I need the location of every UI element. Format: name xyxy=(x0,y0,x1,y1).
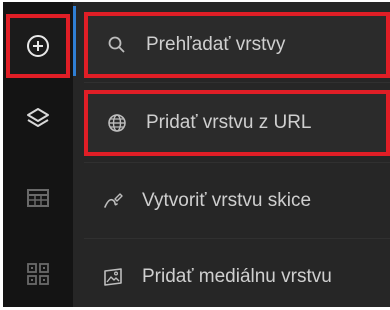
divider xyxy=(84,238,390,239)
globe-icon xyxy=(104,110,130,136)
add-layer-from-url-label: Pridať vrstvu z URL xyxy=(146,112,312,133)
search-icon xyxy=(104,32,130,58)
add-circle-icon xyxy=(27,35,49,57)
active-indicator xyxy=(73,6,76,76)
grid-button[interactable] xyxy=(6,242,70,306)
table-icon xyxy=(27,189,49,207)
add-layer-from-url-item[interactable]: Pridať vrstvu z URL xyxy=(84,90,390,156)
layers-icon xyxy=(27,108,49,127)
search-layers-label: Prehľadať vrstvy xyxy=(146,34,286,55)
add-media-layer-item[interactable]: Pridať mediálnu vrstvu xyxy=(84,244,390,310)
image-icon xyxy=(100,264,126,290)
layers-button[interactable] xyxy=(6,86,70,150)
table-button[interactable] xyxy=(6,166,70,230)
create-sketch-layer-item[interactable]: Vytvoriť vrstvu skice xyxy=(84,168,390,234)
add-layer-menu-screenshot: Prehľadať vrstvy Pridať vrstvu z URL Vyt… xyxy=(0,0,390,307)
divider xyxy=(84,82,390,83)
add-layer-button[interactable] xyxy=(6,14,70,78)
create-sketch-layer-label: Vytvoriť vrstvu skice xyxy=(142,190,312,211)
add-media-layer-label: Pridať mediálnu vrstvu xyxy=(142,266,332,287)
tool-rail xyxy=(3,2,73,307)
search-layers-item[interactable]: Prehľadať vrstvy xyxy=(84,12,390,78)
sketch-icon xyxy=(100,188,126,214)
divider xyxy=(84,162,390,163)
grid-icon xyxy=(27,263,49,285)
